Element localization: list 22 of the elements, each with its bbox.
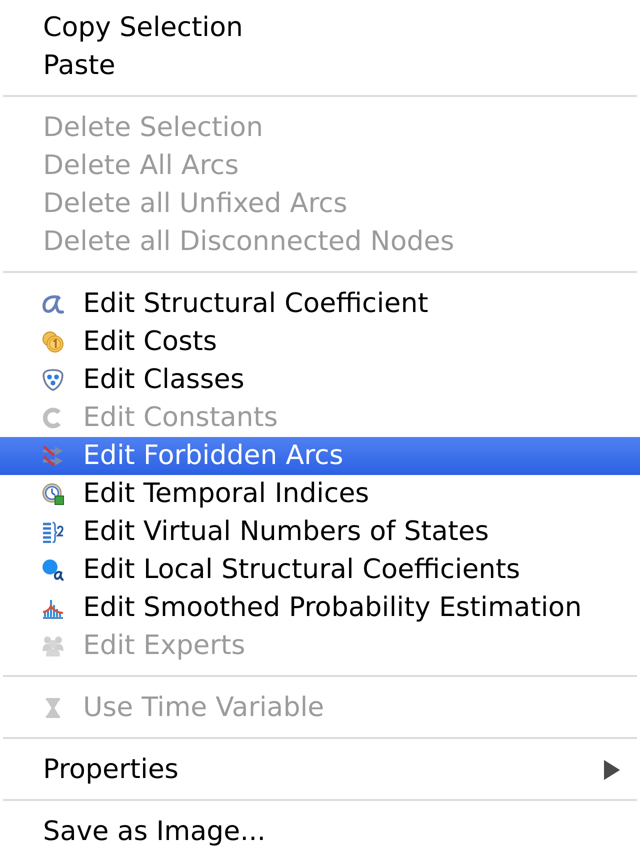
alpha-icon xyxy=(42,293,64,315)
menu-item[interactable]: Edit Smoothed Probability Estimation xyxy=(0,589,640,627)
bell-curve-chart-icon xyxy=(42,597,64,619)
menu-item[interactable]: Edit Costs xyxy=(0,323,640,361)
menu-item[interactable]: Paste xyxy=(0,47,640,85)
menu-item[interactable]: Save as Image... xyxy=(0,813,640,851)
coins-icon xyxy=(42,331,64,353)
menu-item[interactable]: Edit Structural Coefficient xyxy=(0,285,640,323)
shield-dots-icon xyxy=(42,369,64,391)
clock-icon xyxy=(42,483,64,505)
menu-item[interactable]: Copy Selection xyxy=(0,9,640,47)
menu-item[interactable]: Edit Virtual Numbers of States xyxy=(0,513,640,551)
crossed-arrows-icon xyxy=(42,445,64,467)
people-icon xyxy=(42,635,64,657)
submenu-arrow-icon xyxy=(604,760,620,780)
menu-item[interactable]: Edit Forbidden Arcs xyxy=(0,437,640,475)
menu-item[interactable]: Edit Local Structural Coefficients xyxy=(0,551,640,589)
menu-item[interactable]: Edit Classes xyxy=(0,361,640,399)
circle-alpha-icon xyxy=(42,559,64,581)
menu-item[interactable]: Properties xyxy=(0,751,640,789)
menu-item[interactable]: Edit Temporal Indices xyxy=(0,475,640,513)
list-brace-icon xyxy=(42,521,64,543)
